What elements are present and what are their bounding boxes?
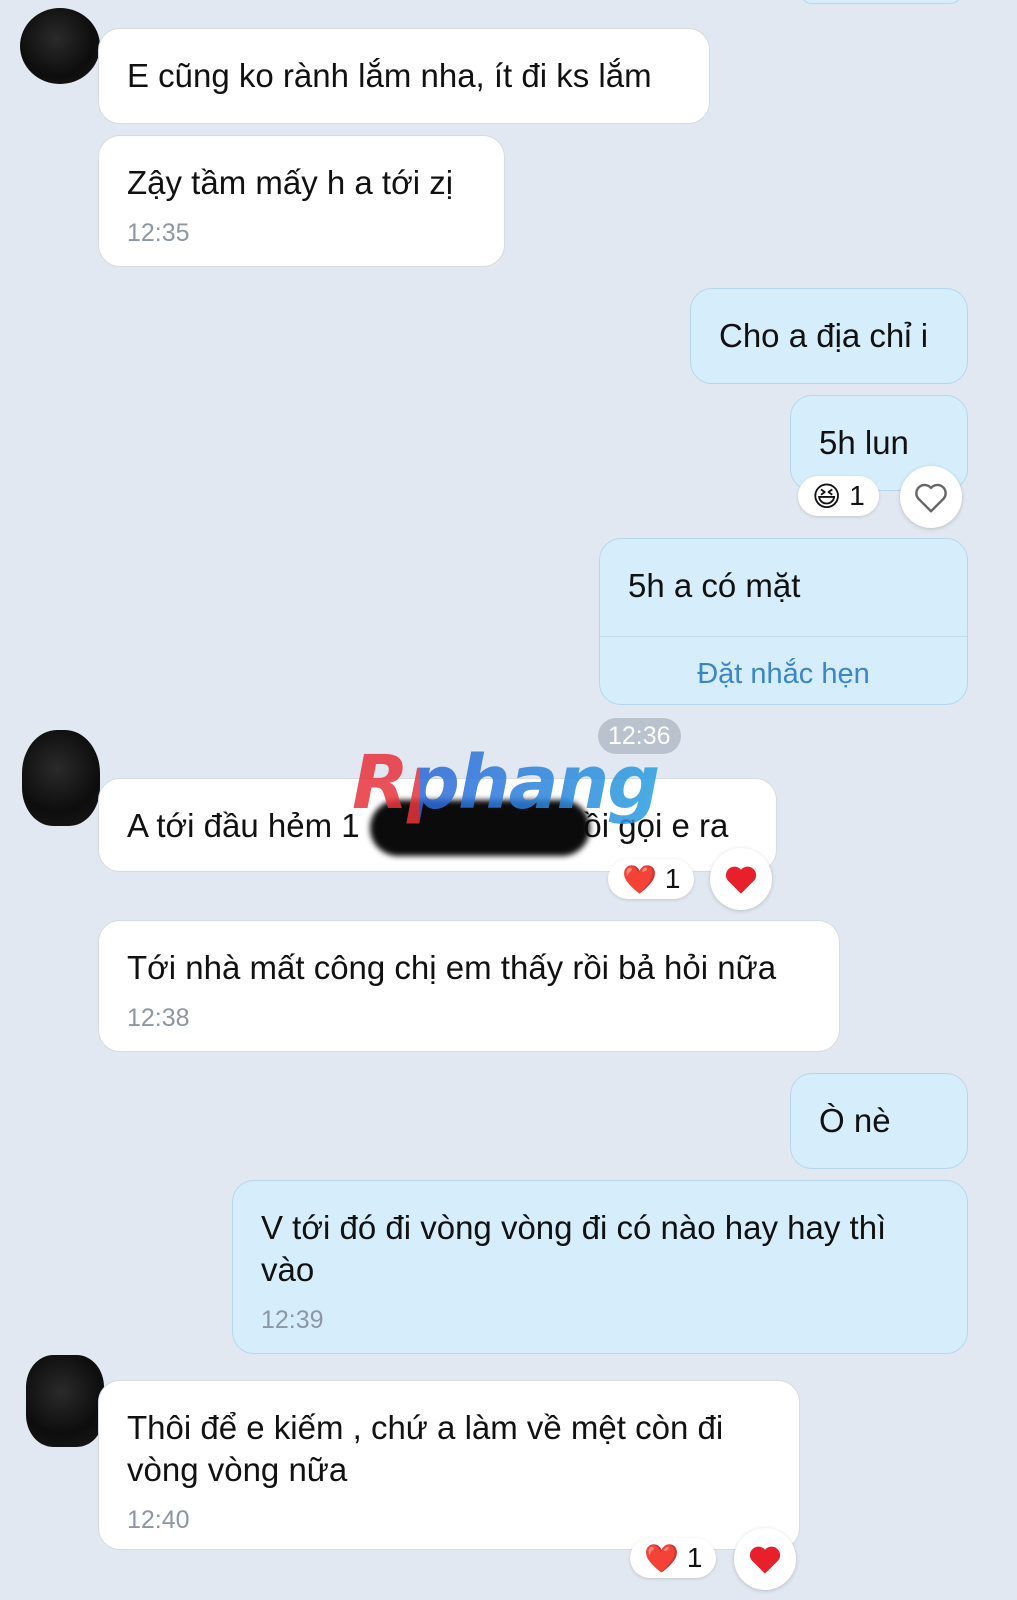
message-bubble-incoming[interactable]: Tới nhà mất công chị em thấy rồi bả hỏi … <box>98 920 840 1052</box>
reaction-count: 1 <box>849 480 865 511</box>
heart-outline-icon <box>915 483 947 513</box>
message-time: 12:35 <box>127 219 190 247</box>
message-time: 12:38 <box>127 1004 190 1032</box>
message-time: 12:40 <box>127 1506 190 1534</box>
message-bubble-outgoing[interactable]: Ò nè <box>790 1073 968 1169</box>
message-text: A tới đầu hẻm 1 <box>127 807 360 844</box>
laughing-emoji-icon: 😆 <box>812 479 842 513</box>
message-text: V tới đó đi vòng vòng đi có nào hay hay … <box>261 1209 887 1288</box>
message-bubble-outgoing[interactable]: 5h a có mặt Đặt nhắc hẹn <box>599 538 968 705</box>
message-text: Zậy tầm mấy h a tới zị <box>127 164 454 201</box>
reaction-summary[interactable]: 😆 1 <box>798 476 879 516</box>
contact-avatar[interactable] <box>26 1355 104 1447</box>
react-heart-button[interactable] <box>900 466 962 528</box>
react-heart-button[interactable] <box>734 1528 796 1590</box>
message-text: 5h a có mặt <box>628 567 801 604</box>
message-text: Cho a địa chỉ i <box>719 317 929 354</box>
message-text: 5h lun <box>819 424 909 461</box>
message-bubble-outgoing[interactable]: V tới đó đi vòng vòng đi có nào hay hay … <box>232 1180 968 1354</box>
message-text: E cũng ko rành lắm nha, ít đi ks lắm <box>127 57 652 94</box>
reaction-count: 1 <box>664 863 681 894</box>
message-bubble-incoming[interactable]: E cũng ko rành lắm nha, ít đi ks lắm <box>98 28 710 124</box>
message-text: Tới nhà mất công chị em thấy rồi bả hỏi … <box>127 949 777 986</box>
message-bubble-outgoing[interactable]: Cho a địa chỉ i <box>690 288 968 384</box>
previous-message-edge <box>800 0 962 4</box>
message-bubble-incoming[interactable]: Thôi để e kiếm , chứ a làm về mệt còn đi… <box>98 1380 800 1550</box>
heart-emoji-icon: ❤️ <box>622 862 657 896</box>
message-text: Ò nè <box>819 1102 891 1139</box>
reaction-count: 1 <box>686 1542 703 1573</box>
bubble-divider <box>600 636 967 637</box>
message-text: Thôi để e kiếm , chứ a làm về mệt còn đi… <box>127 1409 724 1488</box>
contact-avatar[interactable] <box>22 730 100 826</box>
message-bubble-incoming[interactable]: Zậy tầm mấy h a tới zị 12:35 <box>98 135 505 267</box>
heart-icon <box>725 866 757 894</box>
heart-emoji-icon: ❤️ <box>644 1541 679 1575</box>
message-time: 12:39 <box>261 1306 324 1334</box>
contact-avatar[interactable] <box>20 8 100 84</box>
heart-icon <box>749 1546 781 1574</box>
watermark-logo: Rphang <box>352 740 660 826</box>
set-reminder-link[interactable]: Đặt nhắc hẹn <box>600 653 967 695</box>
reaction-summary[interactable]: ❤️ 1 <box>608 859 695 899</box>
react-heart-button[interactable] <box>710 848 772 910</box>
reaction-summary[interactable]: ❤️ 1 <box>630 1538 717 1578</box>
